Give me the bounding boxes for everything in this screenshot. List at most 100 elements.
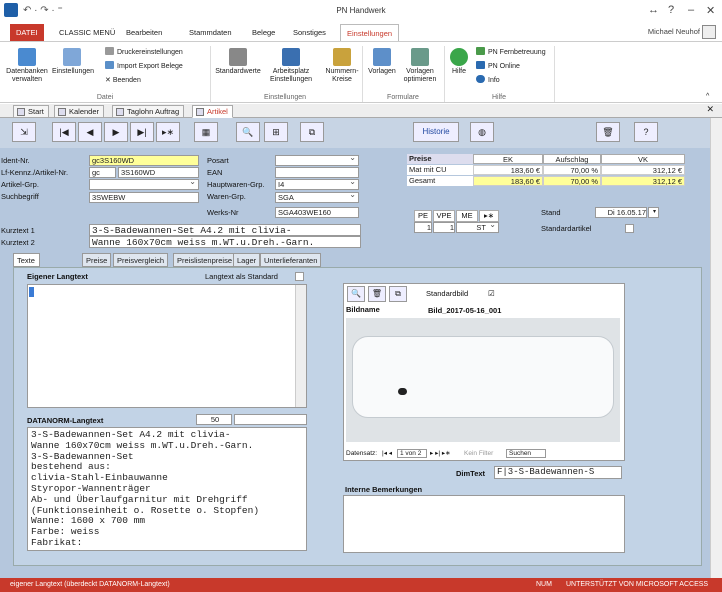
new-pe-button[interactable]: ▸∗ — [479, 210, 499, 222]
import-export-button[interactable]: Import Export Belege — [105, 61, 183, 71]
standardartikel-checkbox[interactable] — [625, 224, 634, 233]
datanorm-extra-field[interactable] — [234, 414, 307, 425]
user-name[interactable]: Michael Neuhof — [648, 27, 700, 36]
computer-icon — [282, 48, 300, 66]
help-icon[interactable]: ? — [668, 4, 674, 16]
pn-online-button[interactable]: PN Online — [476, 61, 520, 71]
last-record-button[interactable]: ▶| — [130, 122, 154, 142]
subtab-preislistenpreise[interactable]: Preislistenpreise — [173, 253, 237, 267]
nav-next-icon[interactable]: ▸ ▸| ▸∗ — [430, 449, 451, 459]
pe-field[interactable]: 1 — [414, 222, 432, 233]
calculator-button[interactable]: ▦ — [194, 122, 218, 142]
date-dropdown-icon[interactable]: ▾ — [648, 207, 659, 218]
vpe-field[interactable]: 1 — [433, 222, 455, 233]
vk-value[interactable]: 312,12 € — [601, 165, 685, 175]
fernbetreuung-button[interactable]: PN Fernbetreuung — [476, 47, 546, 57]
exit-button[interactable]: ⇲ — [12, 122, 36, 142]
tab-datei[interactable]: DATEI — [10, 24, 44, 41]
doc-tab-artikel[interactable]: Artikel — [192, 105, 233, 118]
subtab-texte[interactable]: Texte und Bilder — [13, 253, 41, 291]
nav-position[interactable]: 1 von 2 — [397, 449, 427, 458]
doc-tab-start[interactable]: Start — [13, 105, 49, 118]
interne-bemerkungen-field[interactable] — [343, 495, 625, 553]
delete-button[interactable]: 🗑 — [596, 122, 620, 142]
ean-field[interactable] — [275, 167, 359, 178]
tab-sonstiges[interactable]: Sonstiges — [287, 24, 332, 41]
filter-button[interactable]: ⊞ — [264, 122, 288, 142]
nummernkreise-button[interactable]: Nummern-Kreise — [322, 48, 362, 84]
suchbegriff-field[interactable]: 3SWEBW — [89, 192, 199, 203]
standardwerte-button[interactable]: Standardwerte — [213, 48, 263, 76]
als-standard-label: Langtext als Standard — [205, 272, 278, 281]
subtab-preisvergleich[interactable]: Preisvergleich — [113, 253, 169, 267]
druckereinstellungen-button[interactable]: Druckereinstellungen — [105, 47, 183, 57]
me-select[interactable]: ST — [456, 222, 499, 233]
subtab-preise[interactable]: Preise — [82, 253, 112, 267]
vorlagen-button[interactable]: Vorlagen — [364, 48, 400, 76]
close-icon[interactable]: ✕ — [706, 4, 715, 17]
aufschlag-value[interactable]: 70,00 % — [543, 165, 601, 175]
artikel-grp-select[interactable] — [89, 179, 199, 190]
copy-button[interactable]: ⧉ — [300, 122, 324, 142]
subtab-lager[interactable]: Lager — [233, 253, 261, 267]
help-button[interactable]: ? — [634, 122, 658, 142]
ek-value[interactable]: 183,60 € — [473, 165, 543, 175]
ident-field[interactable]: gc3S160WD — [89, 155, 199, 166]
arbeitsplatz-button[interactable]: Arbeitsplatz Einstellungen — [266, 48, 316, 84]
copy-image-icon[interactable]: ⧉ — [389, 286, 407, 302]
nav-search[interactable]: Suchen — [506, 449, 546, 458]
beenden-button[interactable]: ✕ Beenden — [105, 76, 141, 85]
als-standard-checkbox[interactable] — [295, 272, 304, 281]
posart-select[interactable] — [275, 155, 359, 166]
hauptwaren-select[interactable]: I4 — [275, 179, 359, 190]
tab-classic-menu[interactable]: CLASSIC MENÜ — [53, 24, 121, 41]
tab-bearbeiten[interactable]: Bearbeiten — [120, 24, 168, 41]
historie-button[interactable]: Historie — [413, 122, 459, 142]
warengrp-select[interactable]: SGA — [275, 192, 359, 203]
next-record-button[interactable]: ▶ — [104, 122, 128, 142]
avatar[interactable] — [702, 25, 716, 39]
scrollbar[interactable] — [295, 285, 306, 407]
ribbon: Datenbanken verwalten Einstellungen Druc… — [0, 41, 722, 103]
kein-filter[interactable]: Kein Filter — [464, 449, 493, 459]
standardbild-checkbox[interactable]: ☑ — [488, 289, 495, 299]
restore-icon[interactable]: ↔ — [648, 4, 659, 16]
record-toolbar: ⇲ |◀ ◀ ▶ ▶| ▸∗ ▦ 🔍 ⊞ ⧉ Historie ◍ 🗑 ? — [0, 118, 710, 148]
artikel-nr-field[interactable]: 3S160WD — [118, 167, 199, 178]
datanorm-langtext[interactable]: 3-S-Badewannen-Set A4.2 mit clivia- Wann… — [27, 427, 307, 551]
doc-tab-kalender[interactable]: Kalender — [54, 105, 105, 118]
dimtext-field[interactable]: F|3-S-Badewannen-S — [494, 466, 622, 479]
doc-tab-taglohn[interactable]: Taglohn Auftrag — [112, 105, 185, 118]
stand-date[interactable]: Di 16.05.17 — [595, 207, 647, 218]
subtab-unterlieferanten[interactable]: Unterlieferanten — [260, 253, 322, 267]
prev-record-button[interactable]: ◀ — [78, 122, 102, 142]
lf-kennz-field[interactable]: gc — [89, 167, 116, 178]
form-icon — [116, 108, 124, 116]
tab-einstellungen[interactable]: Einstellungen — [340, 24, 400, 41]
minimize-icon[interactable]: – — [688, 4, 694, 16]
tab-stammdaten[interactable]: Stammdaten — [183, 24, 238, 41]
tab-belege[interactable]: Belege — [246, 24, 281, 41]
close-doc-icon[interactable]: ✕ — [706, 104, 714, 115]
kurztext1-field[interactable]: 3-S-Badewannen-Set A4.2 mit clivia- — [89, 224, 361, 236]
first-record-button[interactable]: |◀ — [52, 122, 76, 142]
werks-nr-field[interactable]: SGA403WE160 — [275, 207, 359, 218]
kurztext2-field[interactable]: Wanne 160x70cm weiss m.WT.u.Dreh.-Garn. — [89, 236, 361, 248]
form-scrollbar[interactable] — [710, 118, 722, 578]
einstellungen-button[interactable]: Einstellungen — [52, 48, 94, 76]
bathtub-shape — [352, 336, 614, 418]
vorlagen-optimieren-button[interactable]: Vorlagen optimieren — [400, 48, 440, 84]
group-hilfe: Hilfe — [491, 94, 506, 101]
access-text: UNTERSTÜTZT VON MICROSOFT ACCESS — [566, 581, 709, 588]
nav-first-icon[interactable]: |◂ ◂ — [382, 449, 392, 459]
new-record-button[interactable]: ▸∗ — [156, 122, 180, 142]
eigener-langtext-field[interactable] — [27, 284, 307, 408]
binoculars-button[interactable]: 🔍 — [236, 122, 260, 142]
web-button[interactable]: ◍ — [470, 122, 494, 142]
collapse-ribbon-icon[interactable]: ^ — [706, 92, 709, 101]
delete-image-icon[interactable]: 🗑 — [368, 286, 386, 302]
datenbanken-button[interactable]: Datenbanken verwalten — [4, 48, 50, 84]
search-image-icon[interactable]: 🔍 — [347, 286, 365, 302]
hilfe-button[interactable]: Hilfe — [447, 48, 471, 76]
info-button[interactable]: Info — [476, 75, 500, 85]
